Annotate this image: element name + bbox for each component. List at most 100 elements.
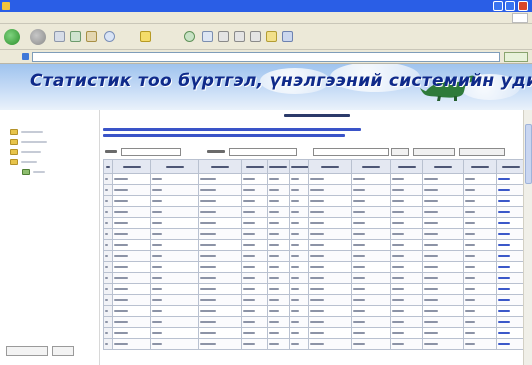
cell-value [152,211,163,213]
filter-button-2[interactable] [413,148,455,156]
table-row[interactable] [103,228,528,240]
go-button[interactable] [504,52,528,62]
table-cell [103,206,113,218]
forward-button[interactable] [30,29,46,45]
row-link[interactable] [497,211,510,213]
filter-button-1[interactable] [391,148,409,156]
cell-value [268,244,279,246]
table-row[interactable] [103,217,528,229]
favorites-star-icon[interactable] [140,31,151,42]
table-cell[interactable] [495,294,528,306]
tree-item-5[interactable] [22,168,45,176]
tree-item-4[interactable] [10,158,37,166]
column-header-label [321,165,340,168]
row-link[interactable] [497,255,510,257]
cell-value [243,200,256,202]
minimize-button[interactable] [493,1,503,11]
table-row[interactable] [103,338,528,350]
row-link[interactable] [497,321,510,323]
table-row[interactable] [103,272,528,284]
home-icon[interactable] [86,31,97,42]
row-link[interactable] [497,332,510,334]
table-row[interactable] [103,283,528,295]
row-link[interactable] [497,222,510,224]
table-row[interactable] [103,327,528,339]
sidebar-button-1[interactable] [6,346,48,356]
row-link[interactable] [497,266,510,268]
table-cell[interactable] [495,195,528,207]
print-icon[interactable] [234,31,245,42]
mail-icon[interactable] [218,31,229,42]
cell-value [268,288,279,290]
messenger-icon[interactable] [282,31,293,42]
table-row[interactable] [103,173,528,185]
table-row[interactable] [103,250,528,262]
filter-select[interactable] [313,148,389,156]
close-button[interactable] [518,1,528,11]
table-cell[interactable] [495,250,528,262]
table-cell[interactable] [495,239,528,251]
table-cell [351,261,391,273]
tree-item-1[interactable] [10,128,43,136]
history-icon[interactable] [202,31,213,42]
table-row[interactable] [103,316,528,328]
cell-value [309,178,324,180]
table-cell[interactable] [495,283,528,295]
table-row[interactable] [103,206,528,218]
search-icon[interactable] [104,31,115,42]
table-cell[interactable] [495,206,528,218]
row-link[interactable] [497,200,510,202]
scrollbar-thumb[interactable] [525,124,532,184]
table-cell[interactable] [495,316,528,328]
table-cell[interactable] [495,327,528,339]
table-row[interactable] [103,195,528,207]
table-row[interactable] [103,294,528,306]
table-row[interactable] [103,261,528,273]
edit-icon[interactable] [250,31,261,42]
table-cell [351,228,391,240]
cell-value [391,233,404,235]
table-cell[interactable] [495,261,528,273]
table-cell[interactable] [495,173,528,185]
table-cell[interactable] [495,184,528,196]
row-link[interactable] [497,244,510,246]
table-cell [266,184,290,196]
table-row[interactable] [103,239,528,251]
refresh-icon[interactable] [70,31,81,42]
row-link[interactable] [497,277,510,279]
cell-value [353,244,366,246]
stop-icon[interactable] [54,31,65,42]
vertical-scrollbar[interactable] [523,110,532,365]
column-header [389,159,424,174]
url-input[interactable] [32,52,500,62]
table-cell[interactable] [495,272,528,284]
table-cell[interactable] [495,338,528,350]
table-cell[interactable] [495,217,528,229]
row-link[interactable] [497,288,510,290]
table-cell [241,338,268,350]
table-cell [351,338,391,350]
tree-item-3[interactable] [10,148,41,156]
cell-value [105,332,108,334]
table-cell [111,206,152,218]
filter-input-1[interactable] [121,148,181,156]
table-row[interactable] [103,305,528,317]
filter-input-2[interactable] [229,148,297,156]
row-link[interactable] [497,233,510,235]
row-link[interactable] [497,299,510,301]
media-icon[interactable] [184,31,195,42]
row-link[interactable] [497,343,510,345]
filter-button-3[interactable] [459,148,505,156]
table-cell[interactable] [495,305,528,317]
table-cell [241,217,268,229]
maximize-button[interactable] [505,1,515,11]
sidebar-button-2[interactable] [52,346,74,356]
folder-icon[interactable] [266,31,277,42]
table-cell[interactable] [495,228,528,240]
tree-item-2[interactable] [10,138,47,146]
row-link[interactable] [497,189,510,191]
row-link[interactable] [497,310,510,312]
row-link[interactable] [497,178,510,180]
back-button[interactable] [4,29,20,45]
table-row[interactable] [103,184,528,196]
